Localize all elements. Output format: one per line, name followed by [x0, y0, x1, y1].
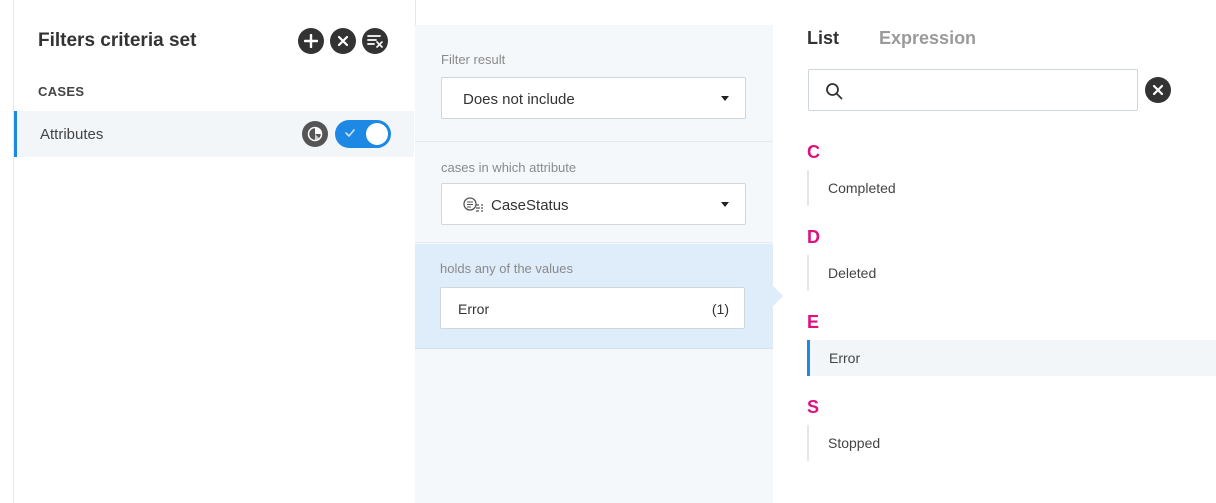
panel-pointer — [773, 286, 783, 306]
title-actions — [298, 28, 388, 54]
group-letter: E — [807, 312, 820, 332]
group-letter: C — [807, 142, 820, 162]
remove-filter-button[interactable] — [330, 28, 356, 54]
attribute-row-label: Attributes — [40, 126, 104, 143]
close-icon — [337, 35, 349, 47]
close-icon — [1152, 84, 1164, 96]
plus-icon — [304, 34, 318, 48]
list-item[interactable]: Completed — [807, 170, 1216, 206]
values-field[interactable]: Error (1) — [440, 287, 745, 329]
check-icon — [345, 129, 355, 138]
values-count: (1) — [711, 301, 729, 317]
attribute-icon — [463, 197, 483, 212]
chevron-down-icon — [721, 202, 729, 207]
list-item[interactable]: Error — [807, 340, 1216, 376]
clear-filter-icon — [367, 35, 383, 48]
filter-result-label: Filter result — [441, 52, 506, 67]
values-section: holds any of the values Error (1) — [415, 244, 773, 349]
pie-chart-button[interactable] — [302, 121, 328, 147]
tab-list[interactable]: List — [807, 28, 839, 49]
list-item[interactable]: Stopped — [807, 425, 1216, 461]
attribute-toggle[interactable] — [335, 120, 391, 148]
view-tabs: List Expression — [807, 28, 976, 49]
attribute-section: cases in which attribute CaseStatus — [415, 143, 773, 243]
group-letter: S — [807, 397, 820, 417]
filter-detail-panel: Filter result Does not include cases in … — [415, 25, 773, 503]
chevron-down-icon — [721, 96, 729, 101]
group-letter: D — [807, 227, 820, 247]
filter-result-value: Does not include — [463, 91, 575, 108]
list-item-label: Completed — [828, 180, 896, 196]
section-label-cases: CASES — [38, 84, 85, 99]
attribute-select-value: CaseStatus — [491, 197, 569, 214]
filters-panel: Filters criteria set CASES Attributes — [13, 0, 416, 503]
filter-result-section: Filter result Does not include — [415, 25, 773, 142]
pie-chart-icon — [307, 126, 323, 142]
add-filter-button[interactable] — [298, 28, 324, 54]
list-item-label: Error — [829, 350, 861, 366]
attribute-select[interactable]: CaseStatus — [441, 183, 746, 225]
tab-expression[interactable]: Expression — [879, 28, 976, 49]
search-field[interactable] — [808, 69, 1138, 111]
attribute-row[interactable]: Attributes — [14, 111, 414, 157]
list-item-label: Stopped — [828, 435, 881, 451]
list-item-label: Deleted — [828, 265, 877, 281]
search-input[interactable] — [851, 78, 1130, 104]
panel-title: Filters criteria set — [38, 30, 197, 51]
list-item[interactable]: Deleted — [807, 255, 1216, 291]
clear-filters-button[interactable] — [362, 28, 388, 54]
values-field-value: Error — [458, 301, 490, 317]
search-icon — [826, 83, 843, 100]
toggle-knob — [366, 123, 388, 145]
clear-search-button[interactable] — [1145, 77, 1171, 103]
filter-result-select[interactable]: Does not include — [441, 77, 746, 119]
attribute-select-label: cases in which attribute — [441, 160, 577, 175]
values-label: holds any of the values — [440, 261, 573, 276]
